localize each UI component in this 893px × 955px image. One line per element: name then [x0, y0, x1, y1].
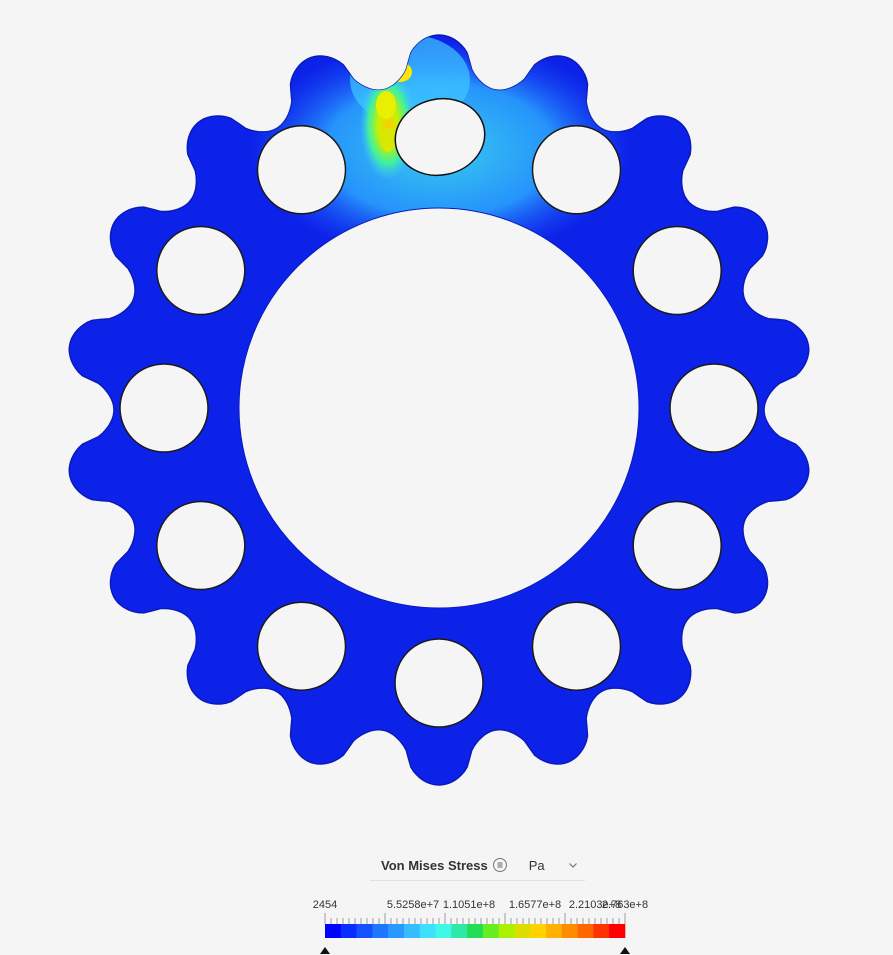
color-band: [530, 924, 547, 938]
chevron-down-icon: [568, 863, 577, 868]
legend-tick-label: 1.6577e+8: [509, 899, 561, 911]
color-band: [498, 924, 515, 938]
color-band: [435, 924, 452, 938]
min-range-handle[interactable]: [320, 947, 330, 954]
legend-header: Von Mises Stress Pa: [370, 850, 585, 881]
color-band: [419, 924, 436, 938]
legend-tick-label: 1.1051e+8: [443, 899, 495, 911]
unit-select[interactable]: Pa: [529, 858, 579, 873]
legend-menu-icon[interactable]: [492, 858, 507, 872]
color-band: [388, 924, 405, 938]
legend-colorbar: 2454 5.5258e+7 1.1051e+8 1.6577e+8 2.2103e+8…: [313, 899, 648, 954]
color-band: [340, 924, 357, 938]
color-band: [403, 924, 421, 938]
color-band: [546, 924, 563, 938]
bolt-hole: [531, 125, 622, 215]
bolt-hole: [256, 125, 347, 215]
model-viewport[interactable]: [0, 0, 893, 820]
color-band: [372, 924, 389, 938]
bolt-hole: [156, 500, 246, 591]
unit-value: Pa: [528, 857, 545, 873]
legend-tick-label: 2.763e+8: [602, 899, 648, 911]
legend-title: Von Mises Stress: [381, 857, 488, 873]
bolt-hole: [119, 363, 209, 453]
color-band: [514, 924, 531, 938]
bolt-hole: [531, 601, 622, 691]
center-bore: [238, 207, 640, 609]
color-band: [325, 924, 342, 938]
max-range-handle[interactable]: [620, 947, 630, 954]
bolt-hole: [256, 601, 347, 691]
color-band: [356, 924, 373, 938]
bolt-hole: [632, 225, 722, 316]
color-band: [451, 924, 468, 938]
legend-tick-label: 2454: [313, 899, 337, 911]
color-band: [593, 924, 610, 938]
bolt-hole: [632, 500, 722, 591]
color-band: [561, 924, 578, 938]
legend-tick-label: 5.5258e+7: [387, 899, 439, 911]
color-band: [482, 924, 499, 938]
bolt-hole: [156, 225, 246, 316]
color-band: [467, 924, 484, 938]
bolt-hole: [669, 363, 759, 453]
color-band: [609, 924, 626, 938]
bolt-hole: [394, 638, 484, 728]
color-band: [577, 924, 594, 938]
